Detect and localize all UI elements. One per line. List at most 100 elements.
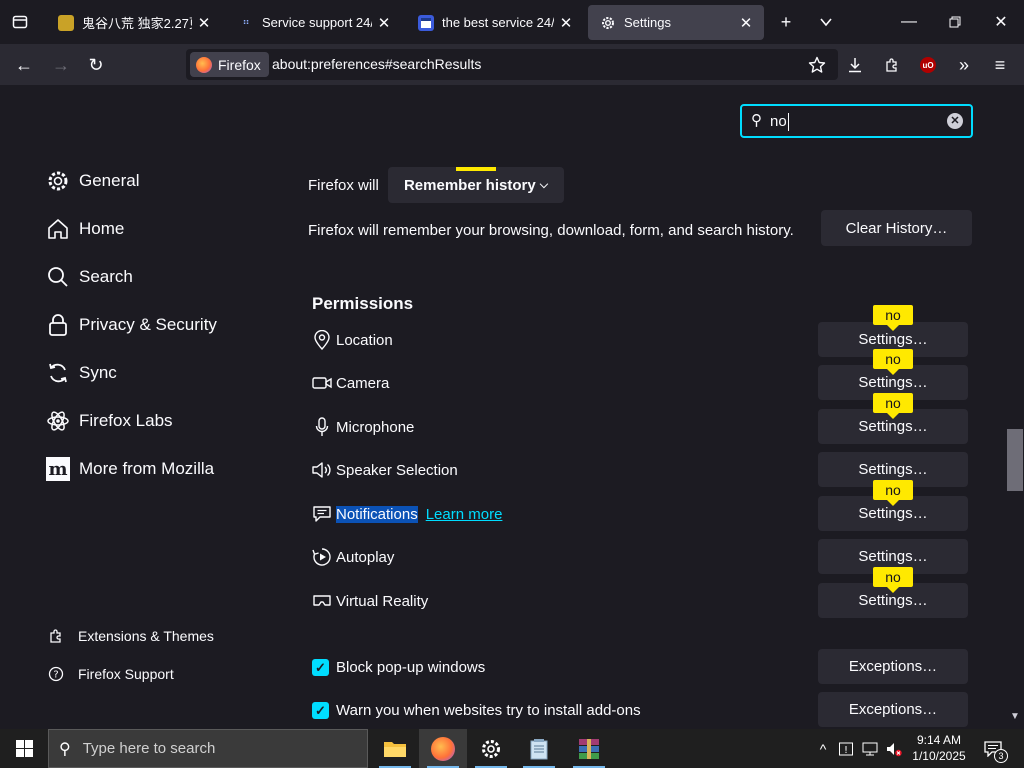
minimize-button[interactable]: — (886, 0, 932, 44)
checkmark-icon: ✓ (315, 660, 326, 675)
tray-app-icon[interactable]: ! (836, 729, 856, 768)
category-sync[interactable]: Sync (45, 358, 117, 388)
identity-box[interactable]: Firefox (190, 52, 269, 77)
alert-shield-icon: ! (839, 742, 853, 756)
button-label: Exceptions… (848, 658, 938, 675)
url-text[interactable]: about:preferences#searchResults (272, 56, 481, 72)
category-firefox-labs[interactable]: Firefox Labs (45, 406, 173, 436)
search-highlight-tooltip: no (873, 305, 913, 331)
forward-button[interactable]: → (46, 50, 76, 80)
extensions-button[interactable] (877, 50, 907, 80)
url-bar[interactable]: Firefox about:preferences#searchResults (186, 49, 838, 80)
firefox-view-button[interactable] (6, 8, 34, 36)
tab-service-support[interactable]: ⠶ Service support 24/7 ✕ (226, 5, 402, 40)
permission-label: Location (336, 331, 393, 349)
close-icon[interactable]: ✕ (554, 14, 578, 32)
file-explorer-taskbar-button[interactable] (371, 729, 419, 768)
category-search[interactable]: Search (45, 262, 133, 292)
volume-button[interactable] (884, 729, 904, 768)
restore-button[interactable] (932, 0, 978, 44)
navigation-toolbar: ← → ↻ Firefox about:preferences#searchRe… (0, 44, 1024, 85)
sync-icon (45, 360, 71, 386)
back-button[interactable]: ← (9, 50, 39, 80)
search-highlight-marker (456, 167, 496, 171)
button-label: Settings… (858, 505, 928, 522)
category-label: Privacy & Security (79, 315, 217, 334)
game-favicon (58, 14, 74, 31)
close-icon[interactable]: ✕ (734, 14, 758, 32)
addons-exceptions-button[interactable]: Exceptions… (818, 692, 968, 727)
downloads-button[interactable] (840, 50, 870, 80)
warn-addons-label: Warn you when websites try to install ad… (336, 702, 641, 719)
search-highlight-tooltip: no (873, 393, 913, 419)
permission-camera: Camera (312, 371, 389, 395)
permission-label: Virtual Reality (336, 592, 429, 610)
learn-more-link[interactable]: Learn more (426, 506, 503, 523)
network-status-button[interactable] (860, 729, 880, 768)
hamburger-menu-icon: ≡ (994, 54, 1006, 75)
tab-game[interactable]: 鬼谷八荒 独家2.27更 [ ✕ (46, 5, 222, 40)
microphone-icon (312, 417, 332, 437)
new-tab-button[interactable]: + (772, 8, 800, 36)
bookmark-star-button[interactable] (802, 50, 832, 80)
permission-label: Autoplay (336, 548, 395, 566)
history-mode-dropdown[interactable]: Remember history ⌵ (388, 167, 564, 203)
category-more-from-mozilla[interactable]: m More from Mozilla (45, 454, 214, 484)
minimize-icon: — (901, 13, 917, 30)
firefox-logo-icon (196, 56, 212, 73)
close-window-button[interactable]: ✕ (978, 0, 1024, 44)
tab-best-service[interactable]: the best service 24/7 ✕ (406, 5, 584, 40)
forward-arrow-icon: → (52, 54, 70, 75)
winrar-taskbar-button[interactable] (565, 729, 613, 768)
close-icon[interactable]: ✕ (192, 14, 216, 32)
taskbar-search-box[interactable]: ⚲ Type here to search (48, 729, 368, 768)
gear-icon (45, 168, 71, 194)
tab-settings[interactable]: Settings ✕ (588, 5, 764, 40)
button-label: Settings… (858, 592, 928, 609)
download-icon (849, 58, 861, 73)
notepad-taskbar-button[interactable] (515, 729, 563, 768)
search-highlight-tooltip: no (873, 567, 913, 593)
scrollbar-thumb[interactable] (1007, 429, 1023, 491)
warn-addons-checkbox[interactable]: ✓ (312, 702, 329, 719)
tab-strip: 鬼谷八荒 独家2.27更 [ ✕ ⠶ Service support 24/7 … (0, 0, 1024, 44)
permission-label: Speaker Selection (336, 461, 458, 479)
reload-button[interactable]: ↻ (81, 50, 111, 80)
permission-label: Microphone (336, 418, 415, 436)
vr-icon (312, 593, 332, 609)
history-mode-value: Remember history (403, 176, 536, 194)
mozilla-icon: m (45, 456, 71, 482)
start-button[interactable] (0, 729, 48, 768)
notepad-icon (530, 738, 548, 759)
clear-history-button[interactable]: Clear History… (821, 210, 972, 246)
popups-exceptions-button[interactable]: Exceptions… (818, 649, 968, 684)
settings-search-input[interactable]: ⚲ no ✕ (740, 104, 973, 138)
volume-muted-icon (887, 742, 902, 756)
scroll-down-arrow-icon[interactable]: ▼ (1010, 711, 1020, 722)
search-value[interactable]: no (770, 113, 789, 131)
clear-search-icon[interactable]: ✕ (947, 113, 963, 129)
page-scrollbar[interactable]: ▼ (1006, 85, 1024, 729)
puzzle-icon (47, 628, 65, 644)
ublock-origin-button[interactable]: uO (913, 50, 943, 80)
overflow-menu-button[interactable]: » (949, 50, 979, 80)
show-hidden-icons-button[interactable]: ^ (814, 729, 832, 768)
system-clock[interactable]: 9:14 AM 1/10/2025 (906, 732, 972, 764)
extensions-themes-link[interactable]: Extensions & Themes (47, 625, 214, 647)
firefox-taskbar-button[interactable] (419, 729, 467, 768)
app-menu-button[interactable]: ≡ (985, 50, 1015, 80)
block-popups-checkbox[interactable]: ✓ (312, 659, 329, 676)
action-center-button[interactable]: 3 (978, 729, 1008, 768)
service-favicon: ⠶ (242, 17, 250, 28)
history-description: Firefox will remember your browsing, dow… (308, 222, 794, 239)
firefox-support-link[interactable]: ? Firefox Support (47, 663, 174, 685)
category-general[interactable]: General (45, 166, 139, 196)
list-all-tabs-button[interactable] (812, 8, 840, 36)
category-privacy-security[interactable]: Privacy & Security (45, 310, 217, 340)
category-home[interactable]: Home (45, 214, 124, 244)
autoplay-icon (312, 547, 332, 567)
close-icon[interactable]: ✕ (372, 14, 396, 32)
camera-icon (312, 375, 332, 391)
winrar-icon (579, 738, 599, 759)
settings-taskbar-button[interactable] (467, 729, 515, 768)
